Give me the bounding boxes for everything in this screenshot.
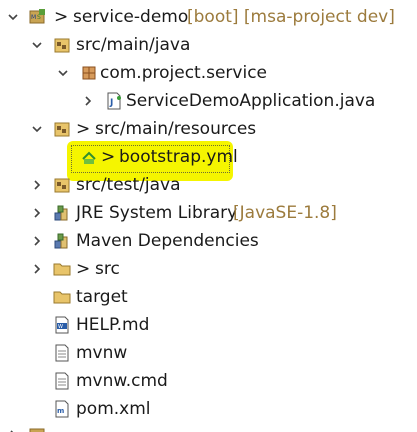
svg-text:m: m (57, 407, 64, 415)
tree-row-maven-dependencies[interactable]: Maven Dependencies (0, 227, 417, 255)
chevron-right-icon[interactable] (30, 260, 44, 278)
chevron-down-icon[interactable] (30, 36, 44, 54)
svg-text:W: W (58, 324, 63, 330)
tree-label: src/main/java (76, 35, 191, 55)
tree-row-project-service-demo[interactable]: M S > service-demo [boot] [msa-project d… (0, 3, 417, 31)
svg-text:S: S (37, 14, 41, 21)
library-icon (53, 232, 71, 250)
tree-row-bootstrap-yml[interactable]: > bootstrap.yml (0, 143, 417, 171)
tree-prefix: > (101, 147, 116, 167)
source-folder-icon (53, 36, 71, 54)
text-file-icon (53, 372, 71, 390)
package-icon (80, 64, 98, 82)
tree-prefix: > (76, 259, 91, 279)
tree-label: ServiceDemoApplication.java (126, 91, 376, 111)
java-file-icon: J (105, 92, 123, 110)
text-file-icon (53, 344, 71, 362)
source-folder-icon (53, 176, 71, 194)
xml-file-icon: m (53, 400, 71, 418)
maven-project-icon: M S (28, 8, 46, 26)
tree-row-src-main-java[interactable]: src/main/java (0, 31, 417, 59)
tree-row-service-demo-application[interactable]: J ServiceDemoApplication.java (0, 87, 417, 115)
tree-row-jre-system-library[interactable]: JRE System Library [JavaSE-1.8] (0, 199, 417, 227)
markdown-file-icon: W (53, 316, 71, 334)
tree-row-mvnw-cmd[interactable]: mvnw.cmd (0, 367, 417, 395)
folder-icon (53, 288, 71, 306)
project-prefix: > (54, 7, 69, 27)
tree-row-src-test-java[interactable]: src/test/java (0, 171, 417, 199)
svg-text:M: M (31, 14, 36, 21)
chevron-right-icon[interactable] (30, 204, 44, 222)
project-explorer-tree: M S > service-demo [boot] [msa-project d… (0, 0, 417, 432)
tree-row-src[interactable]: > src (0, 255, 417, 283)
folder-icon (53, 260, 71, 278)
chevron-down-icon[interactable] (6, 8, 20, 26)
chevron-right-icon[interactable] (6, 426, 20, 432)
tree-label: bootstrap.yml (119, 147, 238, 167)
yaml-file-icon (80, 148, 98, 166)
chevron-right-icon[interactable] (81, 92, 95, 110)
chevron-right-icon[interactable] (30, 232, 44, 250)
project-name: service-demo (73, 7, 189, 27)
tree-label: Maven Dependencies (76, 231, 259, 251)
tree-label: src/test/java (76, 175, 181, 195)
tree-row-src-main-resources[interactable]: > src/main/resources (0, 115, 417, 143)
tree-row-package-com-project-service[interactable]: com.project.service (0, 59, 417, 87)
source-folder-icon (53, 120, 71, 138)
project-icon (28, 426, 46, 432)
svg-text:J: J (109, 98, 113, 108)
tree-label: mvnw (76, 343, 128, 363)
tree-label: HELP.md (76, 315, 150, 335)
tree-row-help-md[interactable]: W HELP.md (0, 311, 417, 339)
tree-decoration: [JavaSE-1.8] (233, 203, 337, 223)
chevron-right-icon[interactable] (30, 176, 44, 194)
tree-prefix: > (76, 119, 91, 139)
tree-label: pom.xml (76, 399, 151, 419)
tree-row-mvnw[interactable]: mvnw (0, 339, 417, 367)
tree-label: com.project.service (100, 63, 268, 83)
tree-row-pom-xml[interactable]: m pom.xml (0, 395, 417, 423)
tree-row-next-partial[interactable] (0, 423, 417, 432)
chevron-down-icon[interactable] (30, 120, 44, 138)
tree-label: mvnw.cmd (76, 371, 168, 391)
tree-label: src/main/resources (95, 119, 257, 139)
tree-label: src (95, 259, 120, 279)
tree-label: target (76, 287, 128, 307)
tree-row-target[interactable]: target (0, 283, 417, 311)
tree-label: JRE System Library (76, 203, 238, 223)
project-decoration: [boot] [msa-project dev] (187, 7, 395, 27)
chevron-down-icon[interactable] (56, 64, 70, 82)
library-icon (53, 204, 71, 222)
